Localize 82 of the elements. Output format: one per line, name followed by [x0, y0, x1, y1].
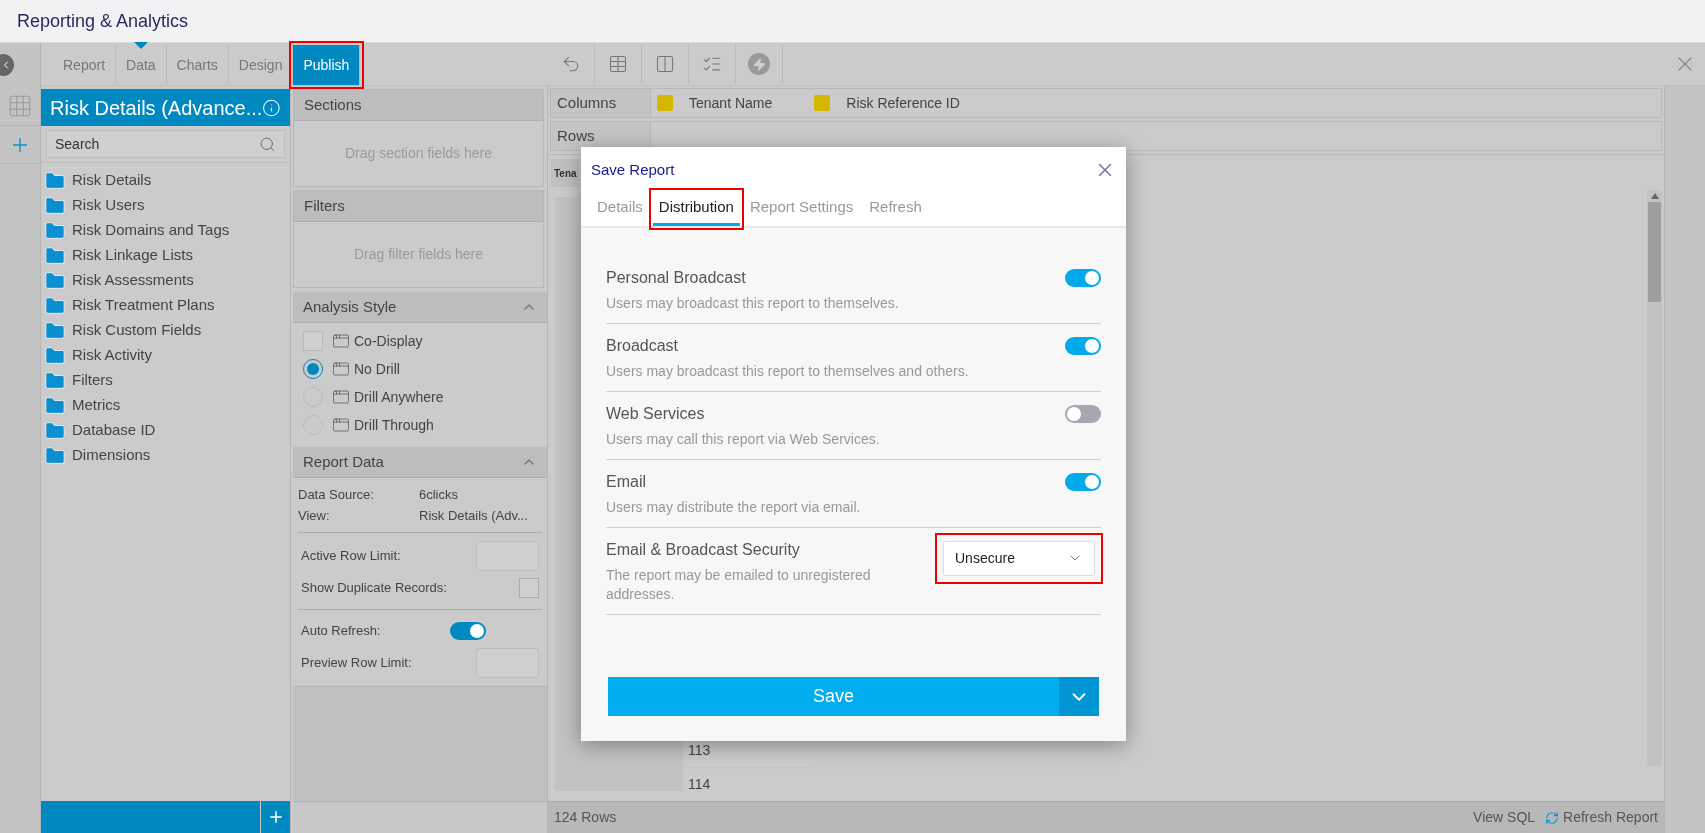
- folder-item[interactable]: Risk Domains and Tags: [41, 218, 290, 243]
- toggle-switch[interactable]: [450, 622, 486, 640]
- column-header: Tena: [551, 159, 579, 187]
- folder-icon: [44, 369, 66, 392]
- option-label: Co-Display: [354, 331, 423, 351]
- panel-header[interactable]: Analysis Style: [293, 292, 547, 323]
- folder-item[interactable]: Risk Activity: [41, 343, 290, 368]
- toggle-switch[interactable]: [1065, 268, 1101, 287]
- window-icon: [332, 332, 350, 350]
- add-button[interactable]: [260, 801, 290, 833]
- folder-icon: [44, 419, 66, 442]
- window-icon: [332, 360, 350, 378]
- folder-icon: [44, 269, 66, 292]
- panel-header[interactable]: Report Data: [293, 447, 547, 478]
- scroll-up-icon[interactable]: [1650, 193, 1659, 199]
- app-title: Reporting & Analytics: [17, 9, 189, 33]
- setting-description: Users may distribute the report via email.: [606, 497, 861, 517]
- row-count: 124 Rows: [554, 808, 617, 827]
- panel-header: Sections: [294, 90, 543, 121]
- info-label: View:: [298, 506, 331, 525]
- column-field[interactable]: Tenant Name: [689, 92, 773, 114]
- setting-title: Web Services: [606, 403, 706, 424]
- info-label: Data Source:: [298, 485, 375, 504]
- folder-icon: [44, 194, 66, 217]
- security-select[interactable]: Unsecure: [943, 540, 1095, 576]
- info-icon[interactable]: [262, 97, 281, 118]
- folder-icon: [44, 444, 66, 467]
- refresh-icon: [1545, 810, 1560, 825]
- option-label: Drill Anywhere: [354, 387, 444, 407]
- window-icon: [332, 416, 350, 434]
- panel-title-bar: Risk Details (Advance...: [41, 89, 290, 126]
- setting-description: The report may be emailed to unregistered addresses.: [606, 565, 872, 604]
- folder-icon: [44, 294, 66, 317]
- folder-item[interactable]: Database ID: [41, 418, 290, 443]
- folder-item[interactable]: Risk Assessments: [41, 268, 290, 293]
- column-field[interactable]: Risk Reference ID: [846, 92, 960, 114]
- toggle-switch[interactable]: [1065, 336, 1101, 355]
- toggle-switch[interactable]: [1065, 404, 1101, 423]
- option-label: Drill Through: [354, 415, 434, 435]
- option-label: No Drill: [354, 359, 400, 379]
- view-sql-link[interactable]: View SQL: [1473, 807, 1536, 828]
- window-icon: [332, 388, 350, 406]
- setting-title: Personal Broadcast: [606, 267, 747, 288]
- panel-header: Filters: [294, 191, 543, 222]
- setting-description: Users may call this report via Web Services.: [606, 429, 880, 449]
- folder-item[interactable]: Filters: [41, 368, 290, 393]
- folder-item[interactable]: Risk Treatment Plans: [41, 293, 290, 318]
- shelf-label: Rows: [551, 122, 651, 150]
- folder-icon: [44, 319, 66, 342]
- setting-title: Email & Broadcast Security: [606, 539, 801, 560]
- toggle-switch[interactable]: [1065, 472, 1101, 491]
- folder-icon: [44, 344, 66, 367]
- setting-title: Email: [606, 471, 647, 492]
- field-label: Show Duplicate Records:: [301, 579, 447, 598]
- folder-item[interactable]: Risk Linkage Lists: [41, 243, 290, 268]
- search-field[interactable]: Search: [46, 130, 285, 158]
- scrollbar[interactable]: [1647, 190, 1662, 766]
- folder-icon: [44, 244, 66, 267]
- search-icon: [259, 135, 276, 153]
- field-label: Preview Row Limit:: [301, 654, 412, 673]
- folder-icon: [44, 169, 66, 192]
- field-label: Auto Refresh:: [301, 622, 382, 641]
- search-input[interactable]: Search: [55, 133, 259, 155]
- setting-description: Users may broadcast this report to themselves.: [606, 293, 899, 313]
- info-value: 6clicks: [419, 485, 458, 504]
- folder-item[interactable]: Metrics: [41, 393, 290, 418]
- setting-description: Users may broadcast this report to themselves and others.: [606, 361, 969, 381]
- checkbox[interactable]: [519, 578, 539, 598]
- shelf-label: Columns: [551, 89, 651, 117]
- info-value: Risk Details (Adv...: [419, 506, 528, 525]
- field-label: Active Row Limit:: [301, 547, 401, 566]
- folder-item[interactable]: Risk Users: [41, 193, 290, 218]
- scrollbar-thumb[interactable]: [1648, 202, 1661, 302]
- folder-item[interactable]: Dimensions: [41, 443, 290, 468]
- refresh-report-link[interactable]: Refresh Report: [1545, 807, 1658, 828]
- folder-item[interactable]: Risk Details: [41, 168, 290, 193]
- save-options-button[interactable]: [1059, 677, 1099, 716]
- folder-icon: [44, 394, 66, 417]
- setting-title: Broadcast: [606, 335, 680, 356]
- dialog-title: Save Report: [591, 160, 675, 180]
- folder-item[interactable]: Risk Custom Fields: [41, 318, 290, 343]
- folder-icon: [44, 219, 66, 242]
